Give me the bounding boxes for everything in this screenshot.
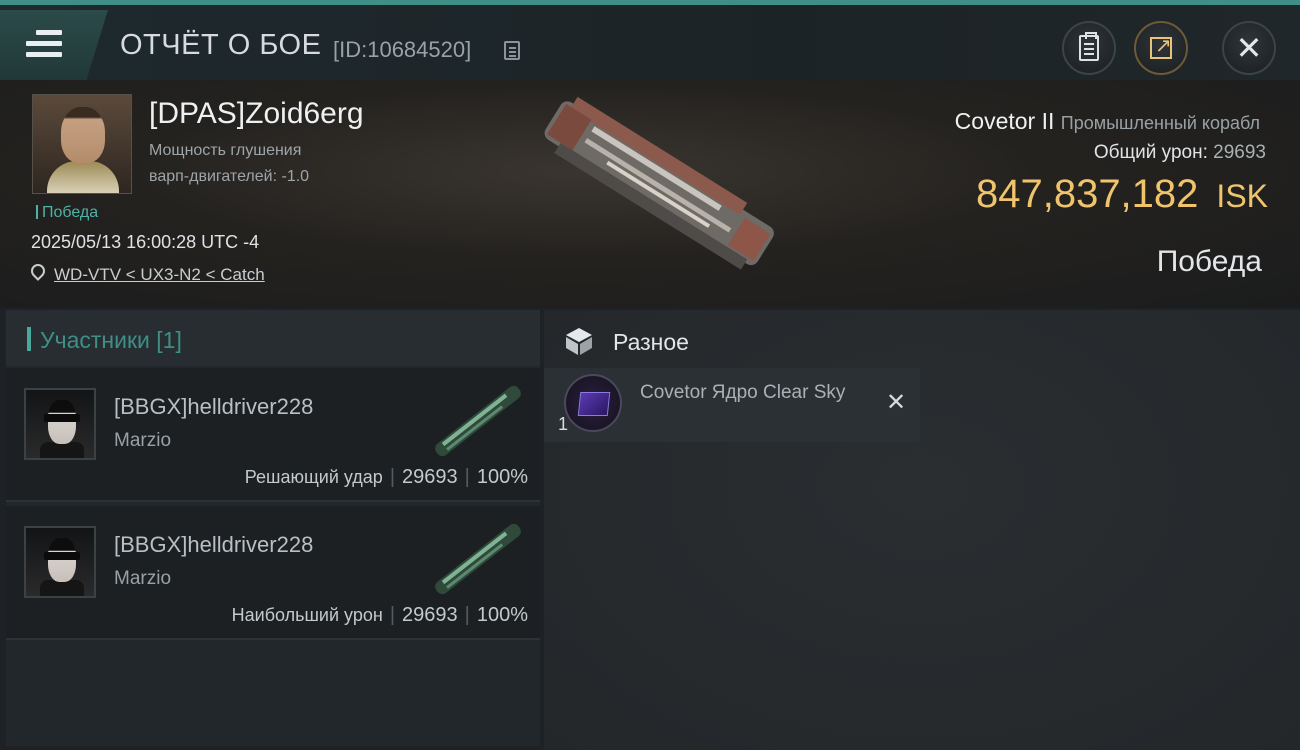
item-icon[interactable] <box>564 374 622 432</box>
cube-icon <box>566 328 592 355</box>
participant-row[interactable]: [BBGX]helldriver228 Marzio Наибольший ур… <box>6 506 540 640</box>
victim-stat-value: варп-двигателей: -1.0 <box>149 168 310 185</box>
item-name: Covetor Ядро Clear Sky <box>640 382 846 403</box>
victim-portrait[interactable] <box>32 94 132 194</box>
participant-row[interactable]: [BBGX]helldriver228 Marzio Решающий удар… <box>6 368 540 502</box>
participant-damage: 29693 <box>402 604 458 626</box>
copy-icon[interactable] <box>504 41 520 60</box>
item-card[interactable]: 1 Covetor Ядро Clear Sky ✕ <box>544 368 920 442</box>
victim-stat-line: Мощность глушения <box>149 142 302 159</box>
ship-image <box>544 96 774 270</box>
total-damage-label: Общий урон: <box>1093 142 1208 163</box>
report-id: [ID:10684520] <box>333 37 472 62</box>
participant-avatar[interactable] <box>24 526 96 598</box>
items-panel: Разное 1 Covetor Ядро Clear Sky ✕ <box>544 310 1300 750</box>
participant-damage: 29693 <box>402 466 458 488</box>
share-icon <box>1150 33 1172 59</box>
isk-value: 847,837,182 ISK <box>976 172 1268 217</box>
participant-role: Решающий удар <box>244 467 383 487</box>
participant-avatar[interactable] <box>24 388 96 460</box>
item-quantity: 1 <box>558 414 569 434</box>
participants-title: Участники [1] <box>40 327 182 353</box>
participant-name: [BBGX]helldriver228 <box>114 394 314 419</box>
ship-class: Промышленный корабл <box>1060 113 1260 133</box>
total-damage: Общий урон: 29693 <box>1094 142 1266 164</box>
remove-icon[interactable]: ✕ <box>886 390 906 414</box>
isk-amount: 847,837,182 <box>975 172 1199 216</box>
participant-name: [BBGX]helldriver228 <box>114 532 314 557</box>
location-pin-icon <box>28 261 48 281</box>
participant-ship-image <box>435 385 521 457</box>
victim-name[interactable]: [DPAS]Zoid6erg <box>149 97 364 131</box>
ship-name-label: Covetor II <box>954 108 1055 134</box>
close-icon: ✕ <box>1235 29 1263 67</box>
participant-role: Наибольший урон <box>231 605 383 625</box>
participant-meta: Наибольший урон | 29693 | 100% <box>231 604 528 626</box>
timestamp: 2025/05/13 16:00:28 UTC -4 <box>31 232 260 252</box>
ship-name: Covetor II Промышленный корабл <box>955 108 1260 135</box>
participant-ship: Marzio <box>114 568 172 589</box>
location-link[interactable]: WD-VTV < UX3-N2 < Catch <box>54 265 265 285</box>
clipboard-icon <box>1079 32 1099 61</box>
victim-panel: [DPAS]Zoid6erg Мощность глушения варп-дв… <box>0 80 1300 308</box>
outcome-label: Победа <box>1156 245 1262 278</box>
participant-meta: Решающий удар | 29693 | 100% <box>244 466 528 488</box>
close-button[interactable]: ✕ <box>1222 21 1276 75</box>
hamburger-menu-icon <box>26 30 62 63</box>
participants-panel: Участники [1] [BBGX]helldriver228 Marzio… <box>6 310 540 746</box>
participants-header: Участники [1] <box>6 310 540 366</box>
top-bar: ОТЧЁТ О БОЕ [ID:10684520] ✕ <box>0 0 1300 80</box>
clipboard-button[interactable] <box>1062 21 1116 75</box>
page-title: ОТЧЁТ О БОЕ <box>120 29 322 61</box>
result-tag: Победа <box>36 204 98 222</box>
participant-ship-image <box>435 523 521 595</box>
misc-section-label: Разное <box>613 329 689 355</box>
participant-percent: 100% <box>476 604 528 626</box>
participant-ship: Marzio <box>114 430 172 451</box>
share-button[interactable] <box>1134 21 1188 75</box>
participant-percent: 100% <box>476 466 528 488</box>
isk-unit: ISK <box>1216 178 1268 214</box>
menu-button[interactable] <box>0 10 108 80</box>
total-damage-value: 29693 <box>1213 142 1266 163</box>
